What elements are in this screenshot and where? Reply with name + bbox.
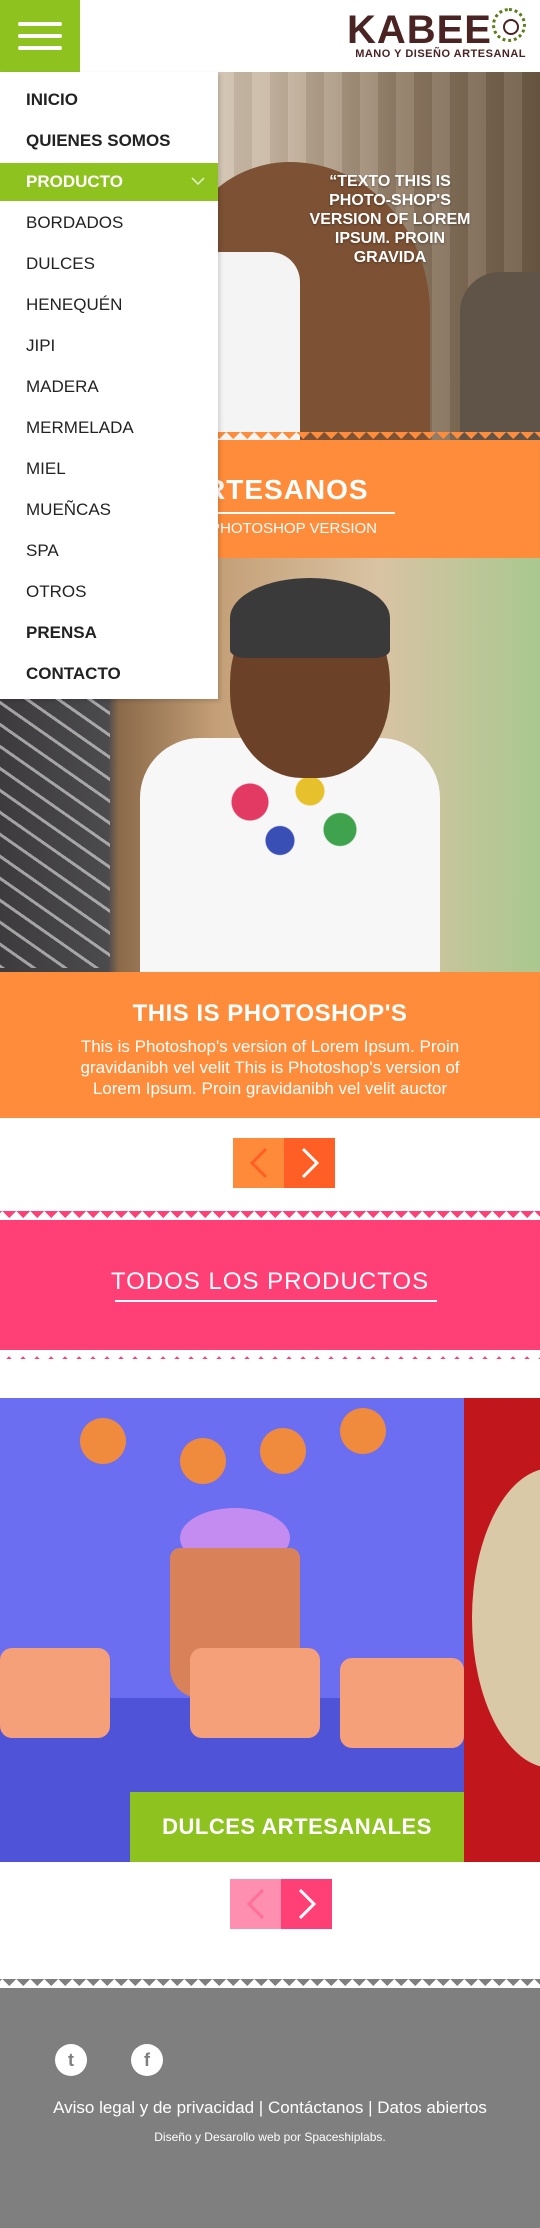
chevron-right-icon	[301, 1147, 320, 1179]
footer-separator: |	[363, 2098, 378, 2117]
logo-brand: KABEE	[346, 8, 492, 52]
nav-item-otros[interactable]: OTROS	[0, 573, 218, 611]
nav-item-miel[interactable]: MIEL	[0, 450, 218, 488]
chevron-left-icon	[246, 1888, 265, 1920]
nav-item-madera[interactable]: MADERA	[0, 368, 218, 406]
hero-caption: “TEXTO THIS IS PHOTO-SHOP'S VERSION OF L…	[309, 173, 471, 266]
all-products-link[interactable]: TODOS LOS PRODUCTOS	[0, 1268, 540, 1296]
nav-item-munecas[interactable]: MUEÑCAS	[0, 491, 218, 529]
nav-item-contacto[interactable]: CONTACTO	[0, 655, 218, 693]
next-slide-button[interactable]	[284, 1138, 335, 1188]
nav-item-henequen[interactable]: HENEQUÉN	[0, 286, 218, 324]
facebook-icon[interactable]: f	[131, 2044, 163, 2076]
main-nav-dropdown: INICIO QUIENES SOMOS PRODUCTO BORDADOS D…	[0, 72, 218, 699]
privacy-link[interactable]: Aviso legal y de privacidad	[53, 2098, 254, 2117]
next-product-preview[interactable]	[464, 1398, 540, 1862]
contact-link[interactable]: Contáctanos	[268, 2098, 363, 2117]
twitter-icon[interactable]: t	[55, 2044, 87, 2076]
feature-title: THIS IS PHOTOSHOP'S	[132, 1000, 408, 1027]
logo-emblem-icon	[492, 8, 526, 42]
feature-body: This is Photoshop's version of Lorem Ips…	[80, 1037, 460, 1098]
all-products-band: TODOS LOS PRODUCTOS	[0, 1211, 540, 1359]
site-logo[interactable]: KABEE MANO Y DISEÑO ARTESANAL	[326, 4, 526, 64]
nav-item-quienes-somos[interactable]: QUIENES SOMOS	[0, 122, 218, 160]
pompom	[180, 1438, 226, 1484]
photo-artisan-hair	[230, 578, 390, 658]
nav-item-mermelada[interactable]: MERMELADA	[0, 409, 218, 447]
prev-slide-button[interactable]	[233, 1138, 284, 1188]
product-slider-arrows	[230, 1879, 332, 1929]
prev-product-button[interactable]	[230, 1879, 281, 1929]
footer-separator: |	[254, 2098, 268, 2117]
product-jar	[340, 1658, 464, 1748]
nav-item-dulces[interactable]: DULCES	[0, 245, 218, 283]
link-underline	[115, 1300, 437, 1302]
footer-credit: Diseño y Desarollo web por Spaceshiplabs…	[154, 2130, 386, 2144]
hamburger-menu-icon	[18, 22, 62, 26]
next-product-button[interactable]	[281, 1879, 332, 1929]
product-jar	[0, 1648, 110, 1738]
slider-arrows	[233, 1138, 335, 1188]
pompom	[340, 1408, 386, 1454]
hamburger-menu-icon-bar	[18, 34, 62, 38]
footer-links: Aviso legal y de privacidad | Contáctano…	[0, 2098, 540, 2118]
nav-item-inicio[interactable]: INICIO	[0, 81, 218, 119]
menu-toggle-button[interactable]	[0, 0, 80, 72]
title-underline	[205, 512, 395, 514]
product-bowl	[472, 1468, 540, 1768]
nav-item-spa[interactable]: SPA	[0, 532, 218, 570]
artesanos-subtitle: PHOTOSHOP VERSION	[210, 520, 377, 537]
product-jar	[190, 1648, 320, 1738]
feature-text-band: THIS IS PHOTOSHOP'S This is Photoshop's …	[0, 972, 540, 1118]
chevron-right-icon	[298, 1888, 317, 1920]
logo-tagline: MANO Y DISEÑO ARTESANAL	[355, 48, 526, 60]
hero-pottery	[460, 272, 540, 440]
hamburger-menu-icon-bar	[18, 46, 62, 50]
site-footer: t f Aviso legal y de privacidad | Contác…	[0, 1979, 540, 2228]
nav-item-jipi[interactable]: JIPI	[0, 327, 218, 365]
zigzag-edge	[0, 1979, 540, 1989]
open-data-link[interactable]: Datos abiertos	[377, 2098, 487, 2117]
product-label[interactable]: DULCES ARTESANALES	[130, 1792, 464, 1862]
pompom	[80, 1418, 126, 1464]
artesanos-title: RTESANOS	[205, 474, 369, 505]
nav-item-label: PRODUCTO	[26, 172, 123, 191]
nav-item-prensa[interactable]: PRENSA	[0, 614, 218, 652]
site-header: KABEE MANO Y DISEÑO ARTESANAL	[0, 0, 540, 72]
zigzag-edge	[0, 1349, 540, 1359]
chevron-down-icon	[191, 177, 205, 186]
nav-item-producto[interactable]: PRODUCTO	[0, 163, 218, 201]
zigzag-edge	[0, 1211, 540, 1221]
nav-item-bordados[interactable]: BORDADOS	[0, 204, 218, 242]
chevron-left-icon	[249, 1147, 268, 1179]
pompom	[260, 1428, 306, 1474]
